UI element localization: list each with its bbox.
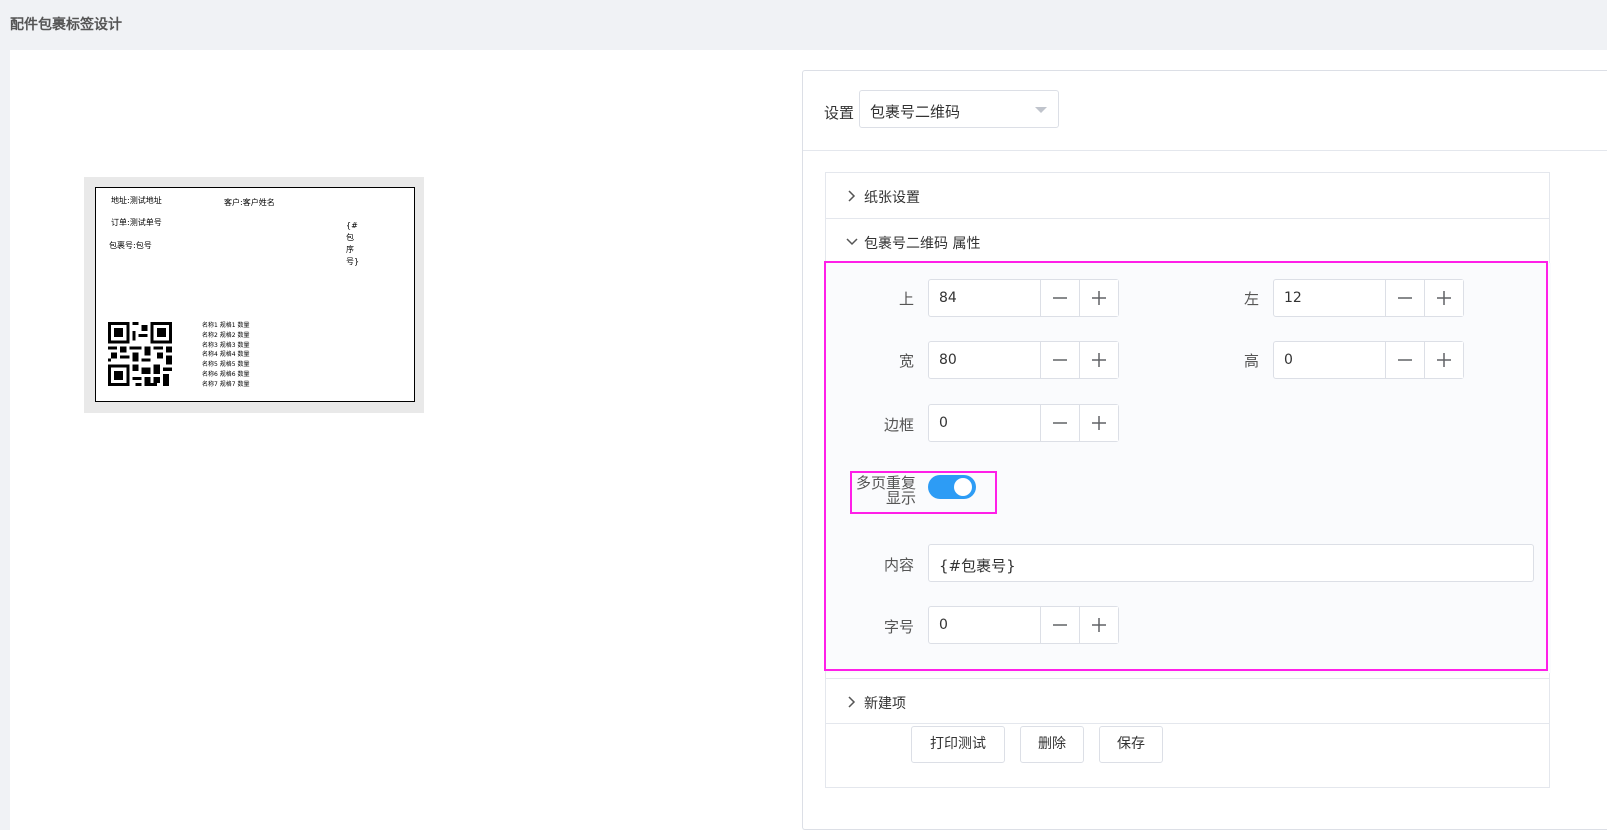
field-border-stepper[interactable]: 0: [928, 404, 1119, 442]
print-test-button[interactable]: 打印测试: [911, 726, 1005, 763]
decrement-button[interactable]: [1040, 405, 1079, 441]
section-paper-title: 纸张设置: [864, 190, 920, 206]
field-width-label: 宽: [898, 352, 914, 370]
label-preview: 地址:测试地址 客户:客户姓名 订单:测试单号 包裹号:包号 {#包序号} 名称…: [84, 177, 424, 413]
label-items-list[interactable]: 名称1 规格1 数量 名称2 规格2 数量 名称3 规格3 数量 名称4 规格4…: [202, 321, 249, 390]
plus-icon: [1092, 416, 1106, 430]
field-top-value[interactable]: 84: [939, 290, 957, 306]
field-fontsize-value[interactable]: 0: [939, 617, 948, 633]
content-input[interactable]: {#包裹号}: [928, 544, 1534, 582]
chevron-right-icon: [848, 696, 856, 708]
decrement-button[interactable]: [1385, 280, 1424, 316]
field-left-label: 左: [1243, 290, 1259, 308]
minus-icon: [1053, 297, 1067, 299]
label-order[interactable]: 订单:测试单号: [111, 217, 162, 228]
increment-button[interactable]: [1079, 405, 1118, 441]
repeat-toggle[interactable]: [928, 475, 976, 499]
field-width-stepper[interactable]: 80: [928, 341, 1119, 379]
section-props-header[interactable]: 包裹号二维码 属性: [826, 219, 1549, 265]
list-item: 名称4 规格4 数量: [202, 351, 250, 359]
delete-button[interactable]: 删除: [1020, 726, 1084, 763]
field-height-value[interactable]: 0: [1284, 352, 1293, 368]
decrement-button[interactable]: [1040, 280, 1079, 316]
page-title: 配件包裹标签设计: [10, 17, 122, 33]
settings-collapse: 纸张设置 包裹号二维码 属性 上 84 左 12 宽 80 高 0 边框 0 多…: [824, 172, 1551, 788]
section-paper-header[interactable]: 纸张设置: [826, 173, 1549, 219]
content-input-value[interactable]: {#包裹号}: [939, 555, 1016, 576]
minus-icon: [1398, 297, 1412, 299]
element-select[interactable]: 包裹号二维码: [859, 90, 1059, 128]
minus-icon: [1053, 422, 1067, 424]
field-left-stepper[interactable]: 12: [1273, 279, 1464, 317]
decrement-button[interactable]: [1385, 342, 1424, 378]
field-repeat-label-line2: 显示: [885, 489, 916, 507]
chevron-right-icon: [848, 190, 856, 202]
list-item: 名称6 规格6 数量: [202, 370, 250, 378]
increment-button[interactable]: [1079, 607, 1118, 643]
field-height-label: 高: [1243, 352, 1259, 370]
section-new-item-title: 新建项: [864, 696, 906, 712]
plus-icon: [1437, 291, 1451, 305]
chevron-down-icon: [846, 238, 858, 246]
field-fontsize-stepper[interactable]: 0: [928, 606, 1119, 644]
minus-icon: [1398, 359, 1412, 361]
label-paper[interactable]: 地址:测试地址 客户:客户姓名 订单:测试单号 包裹号:包号 {#包序号} 名称…: [95, 187, 415, 402]
label-customer[interactable]: 客户:客户姓名: [224, 197, 275, 208]
increment-button[interactable]: [1424, 342, 1463, 378]
list-item: 名称3 规格3 数量: [202, 341, 250, 349]
toggle-knob: [954, 478, 972, 496]
plus-icon: [1092, 618, 1106, 632]
field-border-value[interactable]: 0: [939, 415, 948, 431]
field-width-value[interactable]: 80: [939, 352, 957, 368]
decrement-button[interactable]: [1040, 607, 1079, 643]
field-left-value[interactable]: 12: [1284, 290, 1302, 306]
minus-icon: [1053, 359, 1067, 361]
plus-icon: [1092, 291, 1106, 305]
field-height-stepper[interactable]: 0: [1273, 341, 1464, 379]
field-repeat-label: 多页重复 显示: [844, 476, 916, 506]
increment-button[interactable]: [1079, 280, 1118, 316]
list-item: 名称1 规格1 数量: [202, 322, 250, 329]
label-address[interactable]: 地址:测试地址: [111, 195, 162, 206]
settings-header: 设置 包裹号二维码: [803, 71, 1607, 151]
minus-icon: [1053, 624, 1067, 626]
list-item: 名称7 规格7 数量: [202, 380, 250, 388]
increment-button[interactable]: [1424, 280, 1463, 316]
caret-down-icon: [1035, 107, 1047, 113]
list-item: 名称2 规格2 数量: [202, 331, 250, 339]
element-select-value: 包裹号二维码: [870, 103, 961, 121]
props-form: 上 84 左 12 宽 80 高 0 边框 0 多页重复 显示 内容 {#包裹号…: [824, 261, 1551, 673]
field-border-label: 边框: [883, 416, 914, 434]
save-button[interactable]: 保存: [1099, 726, 1163, 763]
qr-code-icon[interactable]: [108, 322, 172, 386]
plus-icon: [1092, 353, 1106, 367]
label-package-seq[interactable]: {#包序号}: [346, 220, 359, 268]
field-top-stepper[interactable]: 84: [928, 279, 1119, 317]
section-new-item-header[interactable]: 新建项: [826, 678, 1549, 724]
label-package-no[interactable]: 包裹号:包号: [109, 240, 152, 251]
settings-panel: 设置 包裹号二维码 纸张设置 包裹号二维码 属性 上 84 左 12 宽 80 …: [802, 70, 1607, 830]
plus-icon: [1437, 353, 1451, 367]
increment-button[interactable]: [1079, 342, 1118, 378]
decrement-button[interactable]: [1040, 342, 1079, 378]
field-fontsize-label: 字号: [883, 618, 914, 636]
field-top-label: 上: [898, 290, 914, 308]
section-props-title: 包裹号二维码 属性: [864, 236, 981, 252]
list-item: 名称5 规格5 数量: [202, 361, 250, 369]
field-content-label: 内容: [883, 556, 914, 574]
main-content: 地址:测试地址 客户:客户姓名 订单:测试单号 包裹号:包号 {#包序号} 名称…: [10, 50, 1607, 830]
settings-label: 设置: [824, 104, 855, 122]
